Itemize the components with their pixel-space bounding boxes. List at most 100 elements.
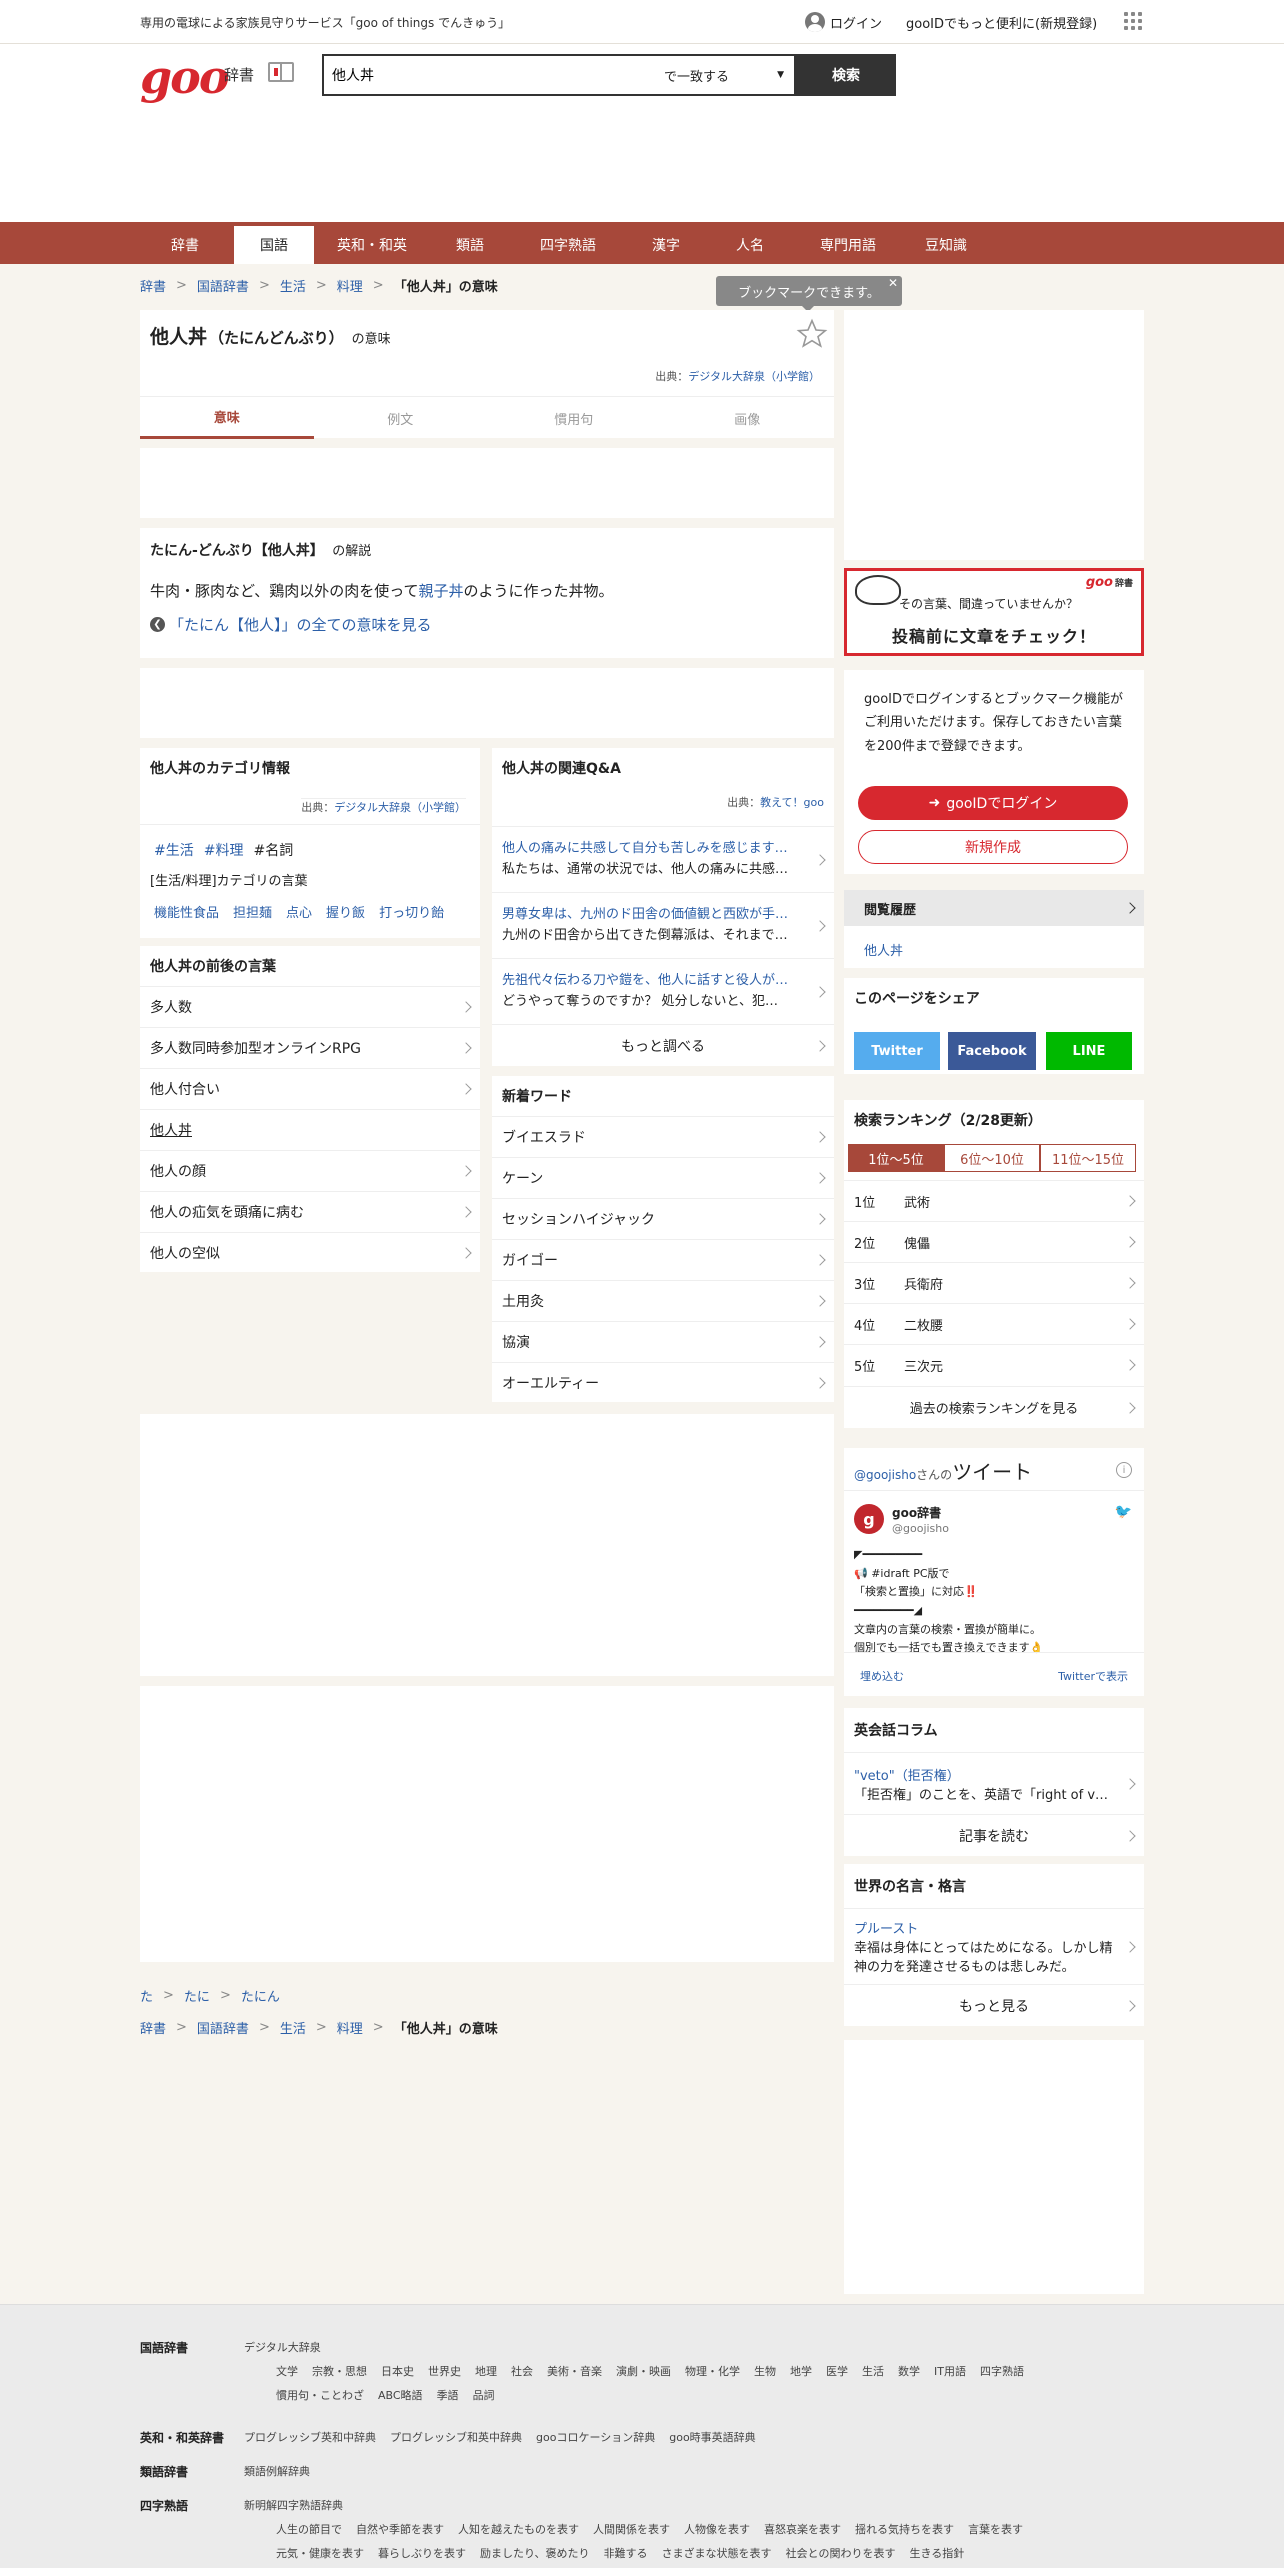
footer-link[interactable]: 美術・音楽 xyxy=(547,2363,602,2379)
footer-link[interactable]: 日本史 xyxy=(381,2363,414,2379)
entry-tab[interactable]: 例文 xyxy=(314,397,488,439)
tag-link[interactable]: #生活 xyxy=(154,840,194,860)
footer-link[interactable]: 自然や季節を表す xyxy=(356,2521,444,2537)
nav-tab[interactable]: 専門用語 xyxy=(794,226,902,264)
nav-tab[interactable]: 人名 xyxy=(710,226,790,264)
footer-link[interactable]: 元気・健康を表す xyxy=(276,2545,364,2561)
nav-tab[interactable]: 漢字 xyxy=(626,226,706,264)
footer-link[interactable]: 四字熟語 xyxy=(980,2363,1024,2379)
footer-link[interactable]: 世界史 xyxy=(428,2363,461,2379)
ranking-tab[interactable]: 6位～10位 xyxy=(944,1144,1040,1172)
related-word-link[interactable]: 握り飯 xyxy=(326,902,365,921)
neighbor-word-item[interactable]: 他人の空似 xyxy=(140,1232,480,1273)
gooid-login-button[interactable]: ➜ gooIDでログイン xyxy=(858,786,1128,820)
footer-link[interactable]: 医学 xyxy=(826,2363,848,2379)
footer-link[interactable]: 地学 xyxy=(790,2363,812,2379)
new-word-item[interactable]: 協演 xyxy=(492,1321,834,1362)
new-word-item[interactable]: ケーン xyxy=(492,1157,834,1198)
footer-link[interactable]: 生物 xyxy=(754,2363,776,2379)
breadcrumb-item[interactable]: 料理 xyxy=(337,2018,363,2037)
ranking-item[interactable]: 4位 二枚腰 xyxy=(844,1303,1144,1344)
footer-link[interactable]: さまざまな状態を表す xyxy=(662,2545,772,2561)
footer-link[interactable]: プログレッシブ英和中辞典 xyxy=(244,2429,376,2445)
qa-source-link[interactable]: 教えて！goo xyxy=(760,796,824,809)
new-account-button[interactable]: 新規作成 xyxy=(858,830,1128,864)
neighbor-word-item[interactable]: 多人数 xyxy=(140,986,480,1027)
footer-link[interactable]: 慣用句・ことわざ xyxy=(276,2387,364,2403)
footer-link[interactable]: 演劇・映画 xyxy=(616,2363,671,2379)
footer-link[interactable]: gooコロケーション辞典 xyxy=(536,2429,655,2445)
footer-link[interactable]: 宗教・思想 xyxy=(312,2363,367,2379)
breadcrumb-item[interactable]: 辞書 xyxy=(140,2018,166,2037)
related-word-link[interactable]: 打っ切り飴 xyxy=(379,902,444,921)
ranking-tab[interactable]: 11位～15位 xyxy=(1040,1144,1136,1172)
new-word-item[interactable]: ブイエスラド xyxy=(492,1116,834,1157)
entry-tab[interactable]: 意味 xyxy=(140,397,314,439)
avatar[interactable]: g xyxy=(854,1504,884,1534)
footer-link[interactable]: プログレッシブ和英中辞典 xyxy=(390,2429,522,2445)
embed-link[interactable]: 埋め込む xyxy=(860,1668,904,1684)
footer-link[interactable]: 新明解四字熟語辞典 xyxy=(244,2497,343,2513)
ranking-item[interactable]: 1位 武術 xyxy=(844,1180,1144,1221)
neighbor-word-item[interactable]: 他人の疝気を頭痛に病む xyxy=(140,1191,480,1232)
kana-link[interactable]: たに xyxy=(184,1986,210,2005)
facebook-share-button[interactable]: Facebook xyxy=(948,1032,1036,1070)
footer-link[interactable]: 喜怒哀楽を表す xyxy=(764,2521,841,2537)
ranking-tab[interactable]: 1位～5位 xyxy=(848,1144,944,1172)
quote-more-link[interactable]: もっと見る xyxy=(844,1984,1144,2026)
footer-link[interactable]: 数学 xyxy=(898,2363,920,2379)
footer-link[interactable]: 人生の節目で xyxy=(276,2521,342,2537)
footer-link[interactable]: 物理・化学 xyxy=(685,2363,740,2379)
footer-link[interactable]: 生活 xyxy=(862,2363,884,2379)
footer-link[interactable]: 地理 xyxy=(475,2363,497,2379)
breadcrumb-item[interactable]: 辞書 xyxy=(140,276,166,295)
close-icon[interactable]: ✕ xyxy=(888,276,898,290)
text-check-banner[interactable]: goo 辞書 その言葉、間違っていませんか？ 投稿前に文章をチェック！ xyxy=(844,568,1144,656)
nav-tab[interactable]: 国語 xyxy=(234,226,314,264)
related-word-link[interactable]: 点心 xyxy=(286,902,312,921)
search-button[interactable]: 検索 xyxy=(796,54,896,96)
nav-tab[interactable]: 類語 xyxy=(430,226,510,264)
entry-tab[interactable]: 画像 xyxy=(661,397,835,439)
view-on-twitter-link[interactable]: Twitterで表示 xyxy=(1058,1668,1128,1684)
footer-link[interactable]: 言葉を表す xyxy=(968,2521,1023,2537)
ranking-item[interactable]: 2位 傀儡 xyxy=(844,1221,1144,1262)
category-source-link[interactable]: デジタル大辞泉（小学館） xyxy=(334,801,466,814)
nav-tab[interactable]: 豆知識 xyxy=(906,226,986,264)
column-more-link[interactable]: 記事を読む xyxy=(844,1814,1144,1856)
footer-link[interactable]: IT用語 xyxy=(934,2363,966,2379)
breadcrumb-item[interactable]: 生活 xyxy=(280,2018,306,2037)
nav-tab[interactable]: 英和・和英 xyxy=(318,226,426,264)
related-word-link[interactable]: 担担麺 xyxy=(233,902,272,921)
footer-link[interactable]: 人知を越えたものを表す xyxy=(458,2521,579,2537)
footer-link[interactable]: 揺れる気持ちを表す xyxy=(855,2521,954,2537)
breadcrumb-item[interactable]: 生活 xyxy=(280,276,306,295)
related-word-link[interactable]: 機能性食品 xyxy=(154,902,219,921)
qa-item[interactable]: 先祖代々伝わる刀や鎧を、他人に話すと役人が… どうやって奪うのですか？ 処分しない… xyxy=(492,958,834,1024)
footer-link[interactable]: 文学 xyxy=(276,2363,298,2379)
goo-logo[interactable]: goo xyxy=(140,50,230,104)
kana-link[interactable]: た xyxy=(140,1986,153,2005)
source-link[interactable]: デジタル大辞泉（小学館） xyxy=(688,370,820,383)
footer-link[interactable]: 品詞 xyxy=(473,2387,495,2403)
ranking-more-link[interactable]: 過去の検索ランキングを見る xyxy=(844,1386,1144,1428)
footer-link[interactable]: 励ましたり、褒めたり xyxy=(480,2545,590,2561)
new-word-item[interactable]: セッションハイジャック xyxy=(492,1198,834,1239)
quote-item[interactable]: プルースト 幸福は身体にとってはためになる。しかし精神の力を発達させるものは悲し… xyxy=(844,1908,1144,1984)
column-article[interactable]: "veto"（拒否権） 「拒否権」のことを、英語で「right of v… xyxy=(844,1752,1144,1814)
login-link[interactable]: ログイン xyxy=(805,12,882,32)
promo-link[interactable]: 専用の電球による家族見守りサービス「goo of things でんきゅう」 xyxy=(140,14,510,31)
footer-link[interactable]: ABC略語 xyxy=(378,2387,423,2403)
qa-item[interactable]: 男尊女卑は、九州のド田舎の価値観と西欧が手… 九州のド田舎から出てきた倒幕派は、そ… xyxy=(492,892,834,958)
footer-link[interactable]: goo時事英語辞典 xyxy=(669,2429,755,2445)
footer-link[interactable]: 社会 xyxy=(511,2363,533,2379)
search-input[interactable] xyxy=(324,56,654,94)
history-item[interactable]: 他人丼 xyxy=(864,940,903,959)
register-link[interactable]: gooIDでもっと便利に(新規登録) xyxy=(906,13,1097,32)
entry-tab[interactable]: 慣用句 xyxy=(487,397,661,439)
apps-grid-icon[interactable] xyxy=(1124,12,1142,30)
breadcrumb-item[interactable]: 料理 xyxy=(337,276,363,295)
new-word-item[interactable]: 土用灸 xyxy=(492,1280,834,1321)
footer-link[interactable]: 非難する xyxy=(604,2545,648,2561)
footer-link[interactable]: 暮らしぶりを表す xyxy=(378,2545,466,2561)
